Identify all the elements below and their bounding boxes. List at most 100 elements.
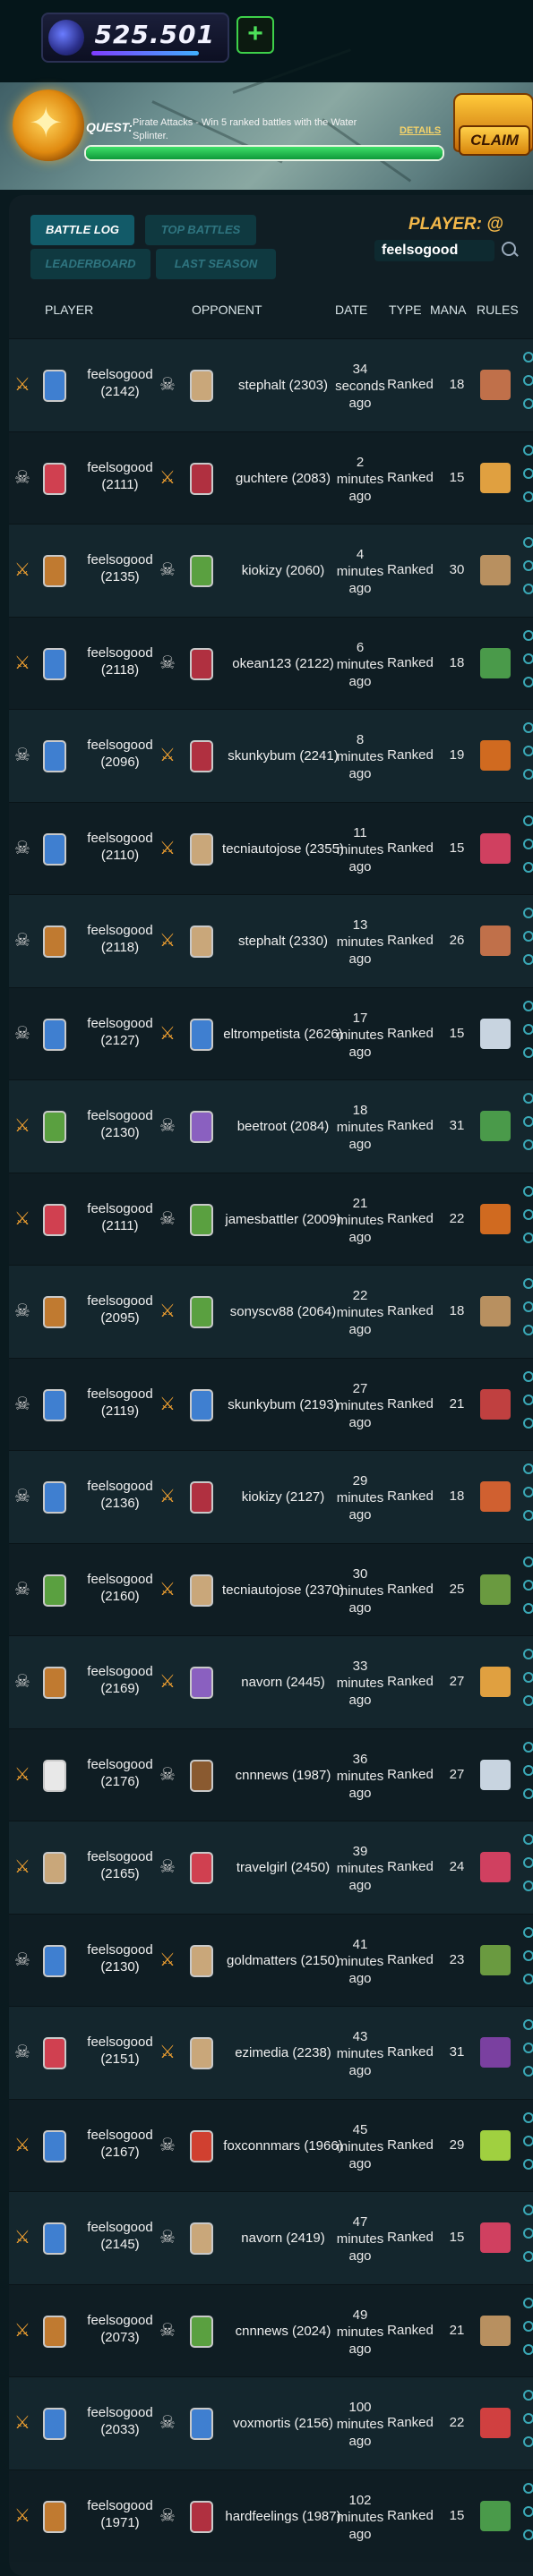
replay-icon[interactable] <box>523 1579 533 1591</box>
player-summoner-icon[interactable] <box>43 2129 66 2162</box>
opponent-name[interactable]: goldmatters (2150) <box>220 1952 346 1969</box>
replay-icon[interactable] <box>523 2111 533 2123</box>
opponent-summoner-icon[interactable] <box>190 1667 213 1699</box>
tab-top-battles[interactable]: TOP BATTLES <box>145 215 256 245</box>
replay-icon[interactable] <box>523 1301 533 1312</box>
table-row[interactable]: ⚔ feelsogood (2033) ☠ voxmortis (2156) 100 mi… <box>9 2376 533 2469</box>
replay-icon[interactable] <box>523 1023 533 1035</box>
player-summoner-icon[interactable] <box>43 1481 66 1514</box>
replay-icon[interactable] <box>523 2043 533 2053</box>
row-actions[interactable] <box>521 1636 533 1728</box>
share-icon[interactable] <box>523 676 533 687</box>
flag-icon[interactable] <box>480 1111 511 1141</box>
table-row[interactable]: ☠ feelsogood (2127) ⚔ eltrompetista (2626) 17… <box>9 986 533 1079</box>
share-icon[interactable] <box>523 1787 533 1799</box>
torch-icon[interactable] <box>480 740 511 771</box>
player-summoner-icon[interactable] <box>43 555 66 587</box>
replay-icon[interactable] <box>523 746 533 756</box>
opponent-summoner-icon[interactable] <box>190 2500 213 2533</box>
player-name-cell[interactable]: feelsogood (2096) <box>75 737 165 771</box>
opponent-name[interactable]: ezimedia (2238) <box>220 2044 346 2061</box>
opponent-name[interactable]: voxmortis (2156) <box>220 2415 346 2432</box>
color-wheel-icon[interactable] <box>480 1852 511 1882</box>
replay-icon[interactable] <box>523 352 533 363</box>
player-summoner-icon[interactable] <box>43 2408 66 2440</box>
replay-icon[interactable] <box>523 1926 533 1938</box>
opponent-summoner-icon[interactable] <box>190 1111 213 1143</box>
replay-icon[interactable] <box>523 2019 533 2030</box>
replay-icon[interactable] <box>523 653 533 664</box>
opponent-summoner-icon[interactable] <box>190 1944 213 1977</box>
replay-icon[interactable] <box>523 2390 533 2401</box>
player-summoner-icon[interactable] <box>43 1667 66 1699</box>
tab-battle-log[interactable]: BATTLE LOG <box>30 215 134 245</box>
opponent-name[interactable]: kiokizy (2060) <box>220 562 346 579</box>
share-icon[interactable] <box>523 861 533 873</box>
opponent-name[interactable]: stephalt (2303) <box>220 377 346 394</box>
opponent-summoner-icon[interactable] <box>190 370 213 402</box>
replay-icon[interactable] <box>523 629 533 641</box>
player-summoner-icon[interactable] <box>43 1018 66 1051</box>
row-actions[interactable] <box>521 710 533 802</box>
row-actions[interactable] <box>521 2192 533 2284</box>
player-search-input[interactable] <box>374 240 494 261</box>
table-row[interactable]: ☠ feelsogood (2095) ⚔ sonyscv88 (2064) 22 min… <box>9 1265 533 1358</box>
share-icon[interactable] <box>523 1695 533 1706</box>
tab-leaderboard[interactable]: LEADERBOARD <box>30 249 150 279</box>
torch-icon[interactable] <box>480 1203 511 1234</box>
player-summoner-icon[interactable] <box>43 1944 66 1977</box>
row-actions[interactable] <box>521 525 533 617</box>
monk-icon[interactable] <box>480 1667 511 1697</box>
table-row[interactable]: ☠ feelsogood (2169) ⚔ navorn (2445) 33 minute… <box>9 1635 533 1728</box>
replay-icon[interactable] <box>523 1278 533 1289</box>
row-actions[interactable] <box>521 1915 533 2007</box>
player-name-cell[interactable]: feelsogood (2118) <box>75 644 165 678</box>
hammer-icon[interactable] <box>480 1296 511 1326</box>
share-icon[interactable] <box>523 2436 533 2447</box>
player-summoner-icon[interactable] <box>43 2037 66 2069</box>
player-name-cell[interactable]: feelsogood (2136) <box>75 1478 165 1512</box>
share-icon[interactable] <box>523 490 533 502</box>
share-icon[interactable] <box>523 1325 533 1335</box>
share-icon[interactable] <box>523 398 533 409</box>
opponent-name[interactable]: okean123 (2122) <box>220 655 346 672</box>
replay-icon[interactable] <box>523 722 533 733</box>
player-summoner-icon[interactable] <box>43 1574 66 1607</box>
opponent-name[interactable]: foxconnmars (1966) <box>220 2137 346 2154</box>
row-actions[interactable] <box>521 2285 533 2377</box>
player-name-cell[interactable]: feelsogood (2095) <box>75 1292 165 1326</box>
opponent-summoner-icon[interactable] <box>190 555 213 587</box>
replay-icon[interactable] <box>523 2482 533 2494</box>
opponent-summoner-icon[interactable] <box>190 1574 213 1607</box>
sword-icon[interactable] <box>480 2500 511 2531</box>
player-name-cell[interactable]: feelsogood (2167) <box>75 2127 165 2161</box>
quest-details-link[interactable]: DETAILS <box>400 125 441 136</box>
table-row[interactable]: ☠ feelsogood (2130) ⚔ goldmatters (2150) 41 m… <box>9 1913 533 2007</box>
replay-icon[interactable] <box>523 1370 533 1382</box>
color-wheel-icon[interactable] <box>480 832 511 864</box>
share-icon[interactable] <box>523 1510 533 1521</box>
opponent-summoner-icon[interactable] <box>190 2408 213 2440</box>
opponent-name[interactable]: guchtere (2083) <box>220 470 346 487</box>
player-name-cell[interactable]: feelsogood (2145) <box>75 2219 165 2253</box>
player-name-cell[interactable]: feelsogood (2160) <box>75 1571 165 1605</box>
opponent-summoner-icon[interactable] <box>190 1296 213 1328</box>
search-icon[interactable] <box>502 242 516 256</box>
table-row[interactable]: ⚔ feelsogood (2142) ☠ stephalt (2303) 34 seco… <box>9 338 533 431</box>
opponent-summoner-icon[interactable] <box>190 925 213 958</box>
player-name-cell[interactable]: feelsogood (2130) <box>75 1107 165 1141</box>
player-summoner-icon[interactable] <box>43 832 66 866</box>
share-icon[interactable] <box>523 2529 533 2540</box>
opponent-summoner-icon[interactable] <box>190 1388 213 1421</box>
table-row[interactable]: ⚔ feelsogood (2165) ☠ travelgirl (2450) 39 mi… <box>9 1821 533 1914</box>
opponent-summoner-icon[interactable] <box>190 2037 213 2069</box>
replay-icon[interactable] <box>523 1000 533 1011</box>
opponent-name[interactable]: sonyscv88 (2064) <box>220 1303 346 1320</box>
player-summoner-icon[interactable] <box>43 647 66 680</box>
share-icon[interactable] <box>523 2251 533 2262</box>
opponent-summoner-icon[interactable] <box>190 1759 213 1792</box>
replay-icon[interactable] <box>523 1116 533 1127</box>
add-dec-button[interactable]: + <box>236 16 274 54</box>
share-icon[interactable] <box>523 2158 533 2170</box>
replay-icon[interactable] <box>523 375 533 386</box>
